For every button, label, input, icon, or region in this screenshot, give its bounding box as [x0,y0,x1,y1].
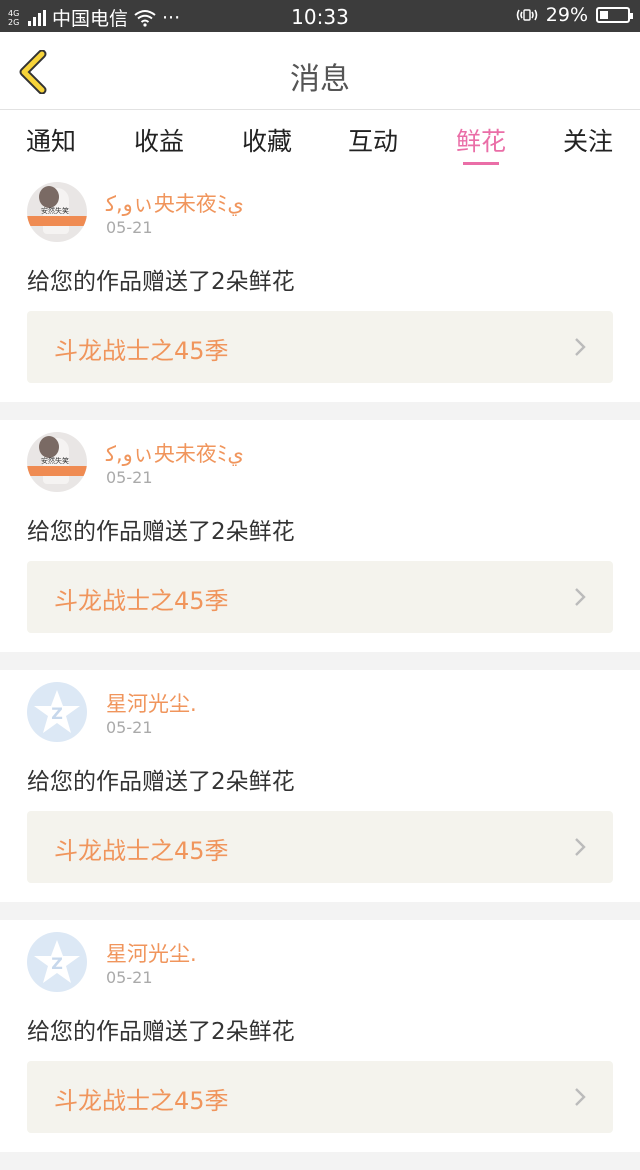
message-text: 给您的作品赠送了2朵鲜花 [27,519,295,545]
username[interactable]: ﻭ,ﮐぃ央未夜ﾐﻱ [106,188,244,218]
qq-avatar-icon: Z [34,690,80,733]
work-title: 斗龙战士之45季 [54,837,229,865]
status-right: 29% [516,4,633,26]
work-link[interactable]: 斗龙战士之45季 [27,811,613,883]
work-link[interactable]: 斗龙战士之45季 [27,311,613,383]
message-date: 05-21 [106,718,153,737]
battery-icon [596,7,633,23]
tab-follow[interactable]: 关注 [548,122,628,158]
message-date: 05-21 [106,218,153,237]
message-text: 给您的作品赠送了2朵鲜花 [27,269,295,295]
active-tab-indicator [463,162,499,165]
avatar[interactable]: Z [27,932,87,992]
tab-flowers[interactable]: 鲜花 [441,122,521,165]
avatar[interactable]: 安然失笑 [27,432,87,492]
work-title: 斗龙战士之45季 [54,587,229,615]
avatar[interactable]: 安然失笑 [27,182,87,242]
work-link[interactable]: 斗龙战士之45季 [27,1061,613,1133]
message-date: 05-21 [106,468,153,487]
vibrate-icon [516,9,538,21]
tab-bar: 通知 收益 收藏 互动 鲜花 关注 [0,110,640,170]
work-link[interactable]: 斗龙战士之45季 [27,561,613,633]
page-title: 消息 [290,62,350,97]
tab-notice[interactable]: 通知 [11,122,91,158]
work-title: 斗龙战士之45季 [54,1087,229,1115]
avatar-caption: 安然失笑 [41,207,69,215]
message-card: Z 星河光尘. 05-21 给您的作品赠送了2朵鲜花 斗龙战士之45季 [0,920,640,1152]
message-card: 安然失笑 ﻭ,ﮐぃ央未夜ﾐﻱ 05-21 给您的作品赠送了2朵鲜花 斗龙战士之4… [0,420,640,652]
tab-earnings[interactable]: 收益 [119,122,199,158]
tab-interaction[interactable]: 互动 [333,122,413,158]
work-title: 斗龙战士之45季 [54,337,229,365]
chevron-right-icon [575,588,586,606]
message-card: Z 星河光尘. 05-21 给您的作品赠送了2朵鲜花 斗龙战士之45季 [0,670,640,902]
svg-text:Z: Z [51,954,63,973]
chevron-right-icon [575,1088,586,1106]
tab-favorites[interactable]: 收藏 [227,122,307,158]
svg-text:Z: Z [51,704,63,723]
chevron-right-icon [575,338,586,356]
qq-avatar-icon: Z [34,940,80,983]
chevron-right-icon [575,838,586,856]
username[interactable]: 星河光尘. [106,938,197,968]
username[interactable]: ﻭ,ﮐぃ央未夜ﾐﻱ [106,438,244,468]
message-date: 05-21 [106,968,153,987]
battery-percent: 29% [545,4,588,26]
status-bar: 4G 2G 中国电信 ··· 10:33 29% [0,0,640,32]
avatar[interactable]: Z [27,682,87,742]
message-list: 安然失笑 ﻭ,ﮐぃ央未夜ﾐﻱ 05-21 给您的作品赠送了2朵鲜花 斗龙战士之4… [0,170,640,1170]
username[interactable]: 星河光尘. [106,688,197,718]
message-card: 安然失笑 ﻭ,ﮐぃ央未夜ﾐﻱ 05-21 给您的作品赠送了2朵鲜花 斗龙战士之4… [0,170,640,402]
avatar-caption: 安然失笑 [41,457,69,465]
message-text: 给您的作品赠送了2朵鲜花 [27,769,295,795]
nav-header: 消息 [0,32,640,110]
message-text: 给您的作品赠送了2朵鲜花 [27,1019,295,1045]
